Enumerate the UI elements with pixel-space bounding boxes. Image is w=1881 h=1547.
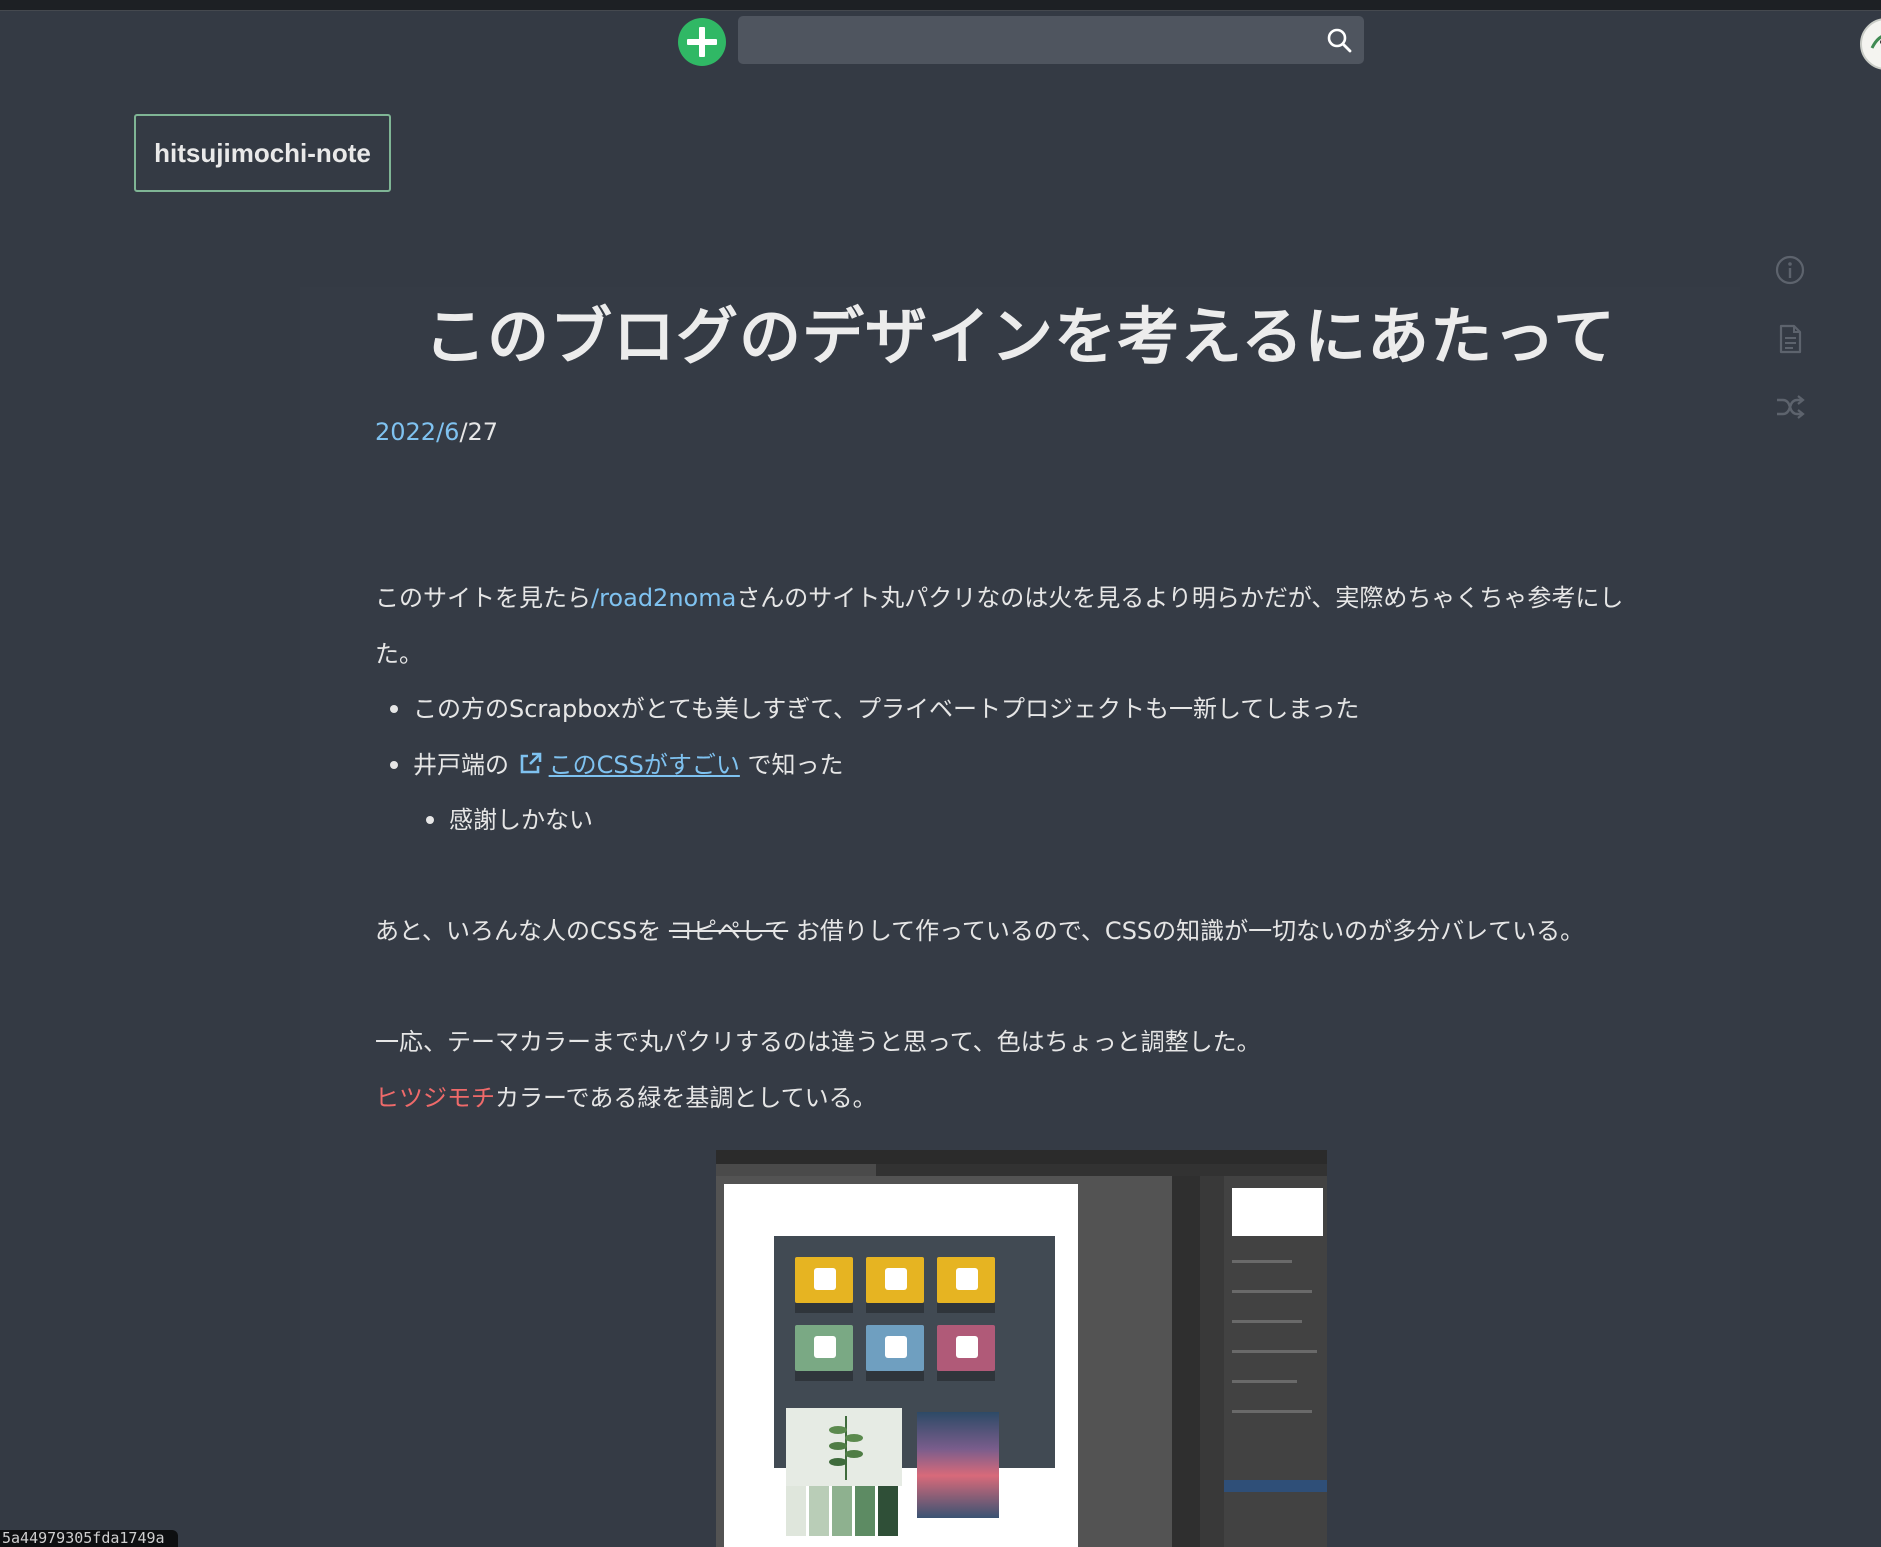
panel-row bbox=[1232, 1410, 1312, 1413]
search-icon[interactable] bbox=[1326, 27, 1352, 53]
list-item-1: この方のScrapboxがとても美しすぎて、プライベートプロジェクトも一新してし… bbox=[413, 695, 1360, 723]
page-document-icon[interactable] bbox=[1774, 323, 1806, 355]
color-swatch bbox=[786, 1486, 806, 1536]
page-title: このブログのデザインを考えるにあたって bbox=[423, 300, 1617, 373]
mock-card-label bbox=[866, 1303, 924, 1313]
mock-card bbox=[937, 1325, 995, 1371]
road2noma-link[interactable]: /road2noma bbox=[591, 584, 736, 612]
page-date: 2022/6/27 bbox=[375, 415, 498, 449]
screenshot-layer-row bbox=[1224, 1480, 1327, 1492]
sunset-photo bbox=[917, 1412, 999, 1518]
screenshot-navigator-preview bbox=[1232, 1188, 1323, 1236]
paragraph-3: 一応、テーマカラーまで丸パクリするのは違うと思って、色はちょっと調整した。 bbox=[375, 1028, 1261, 1056]
bullet-dot bbox=[426, 816, 434, 824]
text-span: あと、いろんな人のCSSを bbox=[375, 917, 669, 945]
mock-card bbox=[795, 1325, 853, 1371]
mock-card-icon bbox=[885, 1336, 907, 1358]
mock-card-icon bbox=[814, 1336, 836, 1358]
date-rest: /27 bbox=[459, 418, 499, 446]
embedded-design-screenshot[interactable] bbox=[716, 1150, 1327, 1547]
mock-card bbox=[866, 1257, 924, 1303]
panel-row bbox=[1232, 1320, 1302, 1323]
paragraph-1-line-2: た。 bbox=[375, 640, 423, 668]
mock-card-icon bbox=[956, 1336, 978, 1358]
paragraph-2: あと、いろんな人のCSSを コピペして お借りして作っているので、CSSの知識が… bbox=[375, 914, 1584, 948]
external-link-icon bbox=[520, 752, 541, 774]
search-box[interactable] bbox=[738, 16, 1364, 64]
browser-top-strip bbox=[0, 0, 1881, 11]
date-link[interactable]: 2022/6 bbox=[375, 418, 459, 446]
mock-card bbox=[937, 1257, 995, 1303]
mock-card-label bbox=[866, 1371, 924, 1381]
paragraph-4: ヒツジモチカラーである緑を基調としている。 bbox=[375, 1081, 877, 1115]
plus-icon bbox=[687, 27, 717, 57]
paragraph-1-line-1: このサイトを見たら/road2nomaさんのサイト丸パクリなのは火を見るより明ら… bbox=[375, 581, 1623, 615]
new-page-button[interactable] bbox=[678, 18, 726, 66]
bullet-dot bbox=[390, 705, 398, 713]
list-item-3: 感謝しかない bbox=[449, 806, 593, 834]
mock-card-icon bbox=[814, 1268, 836, 1290]
status-hash-text: 5a44979305fda1749a bbox=[0, 1530, 178, 1547]
text-span: さんのサイト丸パクリなのは火を見るより明らかだが、実際めちゃくちゃ参考にし bbox=[736, 584, 1624, 612]
screenshot-toolbar-secondary bbox=[1200, 1176, 1224, 1547]
panel-row bbox=[1232, 1290, 1312, 1293]
mock-card-icon bbox=[956, 1268, 978, 1290]
mock-card bbox=[866, 1325, 924, 1371]
leaf-icon bbox=[829, 1416, 863, 1480]
color-swatch bbox=[855, 1486, 875, 1536]
user-avatar[interactable] bbox=[1860, 18, 1881, 70]
text-span: で知った bbox=[747, 751, 844, 779]
screenshot-tab bbox=[716, 1164, 876, 1176]
screenshot-toolbar bbox=[1172, 1176, 1200, 1547]
leaf-photo bbox=[786, 1408, 902, 1486]
text-span: 井戸端の bbox=[413, 751, 509, 779]
bullet-dot bbox=[390, 761, 398, 769]
external-css-link[interactable]: このCSSがすごい bbox=[549, 751, 740, 779]
project-name-button[interactable]: hitsujimochi-note bbox=[134, 114, 391, 192]
panel-row bbox=[1232, 1350, 1317, 1353]
list-item-2: 井戸端の このCSSがすごい で知った bbox=[413, 748, 844, 782]
mock-card-icon bbox=[885, 1268, 907, 1290]
text-span: お借りして作っているので、CSSの知識が一切ないのが多分バレている。 bbox=[788, 917, 1585, 945]
random-shuffle-icon[interactable] bbox=[1774, 391, 1806, 423]
color-swatch bbox=[878, 1486, 898, 1536]
mock-card bbox=[795, 1257, 853, 1303]
strikethrough-text: コピペして bbox=[668, 917, 789, 945]
mock-card-label bbox=[795, 1303, 853, 1313]
screenshot-menubar bbox=[716, 1150, 1327, 1164]
search-input[interactable] bbox=[738, 16, 1298, 64]
panel-row bbox=[1232, 1260, 1292, 1263]
hitsujimochi-red-text: ヒツジモチ bbox=[375, 1084, 495, 1112]
color-swatch bbox=[832, 1486, 852, 1536]
mock-card-label bbox=[937, 1371, 995, 1381]
text-span: カラーである緑を基調としている。 bbox=[495, 1084, 877, 1112]
info-icon[interactable] bbox=[1774, 254, 1806, 286]
color-swatch bbox=[809, 1486, 829, 1536]
avatar-illustration-icon bbox=[1866, 24, 1881, 64]
mock-card-label bbox=[795, 1371, 853, 1381]
mock-card-label bbox=[937, 1303, 995, 1313]
panel-row bbox=[1232, 1380, 1297, 1383]
text-span: このサイトを見たら bbox=[375, 584, 591, 612]
